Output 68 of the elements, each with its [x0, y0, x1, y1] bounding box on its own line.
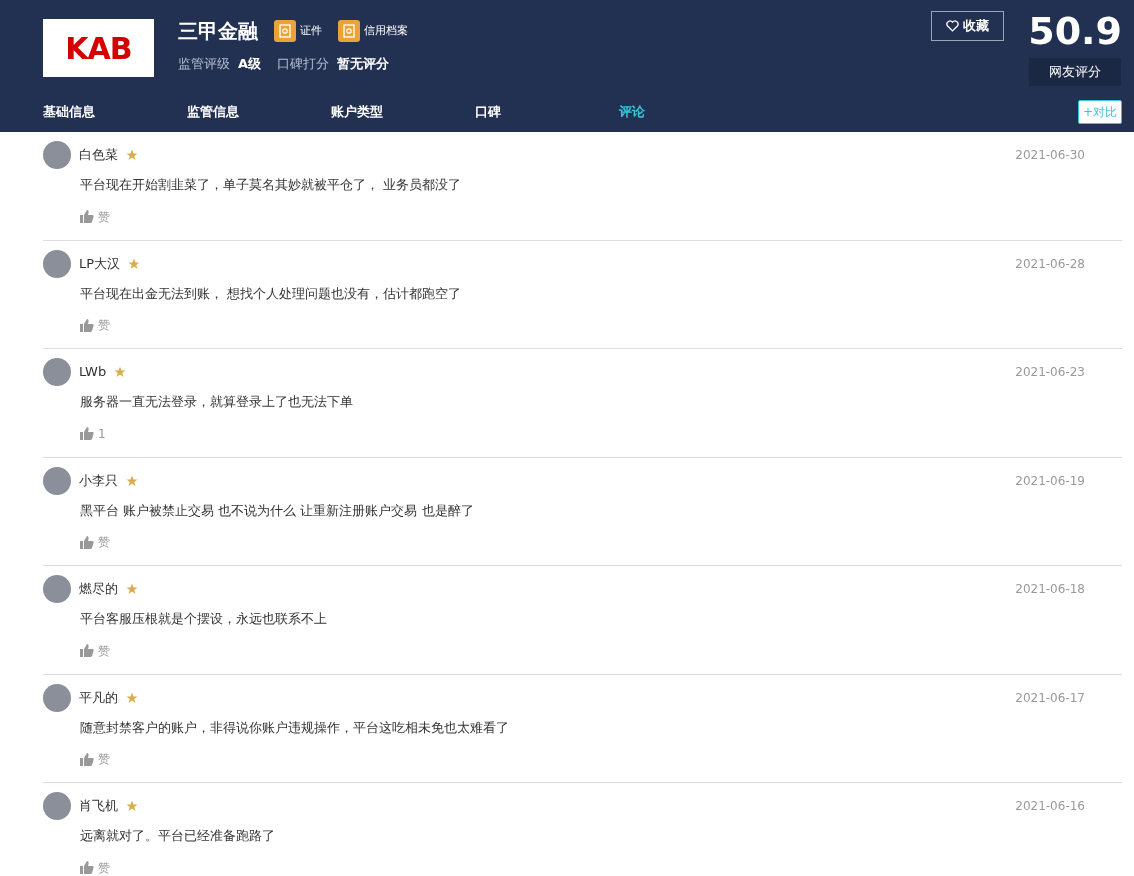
comment-text: 黑平台 账户被禁止交易 也不说为什么 让重新注册账户交易 也是醉了 [80, 501, 475, 520]
broker-logo: KAB [43, 19, 154, 77]
comment-date: 2021-06-18 [1015, 581, 1085, 598]
avatar [43, 249, 71, 278]
thumbs-up-icon[interactable] [80, 644, 94, 657]
comment-text: 服务器一直无法登录，就算登录上了也无法下单 [80, 393, 354, 411]
thumbs-up-icon[interactable] [80, 861, 94, 874]
comment-date: 2021-06-17 [1015, 689, 1085, 707]
rating-label: 监管评级 [178, 55, 230, 73]
user-name: LP大汉 [79, 254, 121, 273]
like-count: 赞 [98, 317, 110, 334]
avatar [43, 683, 71, 712]
avatar [43, 141, 71, 169]
nav-tab[interactable]: 基础信息 [43, 102, 187, 122]
user-name: 小李只 [79, 471, 118, 490]
user-name: 白色菜 [79, 146, 118, 165]
star-icon [126, 474, 138, 487]
comment-date: 2021-06-28 [1015, 255, 1085, 273]
document-icon [338, 20, 360, 42]
nav-tab[interactable]: 监管信息 [187, 102, 331, 122]
thumbs-up-icon[interactable] [80, 752, 94, 766]
avatar [43, 575, 71, 603]
like-count: 赞 [98, 534, 110, 551]
star-icon [126, 800, 138, 812]
user-name: 平凡的 [79, 688, 118, 707]
heart-icon [946, 19, 960, 32]
comment-text: 随意封禁客户的账户，非得说你账户违规操作，平台这吃相未免也太难看了 [80, 718, 510, 737]
thumbs-up-icon[interactable] [80, 318, 94, 332]
nav-tab[interactable]: 评论 [619, 102, 763, 122]
rating-value: A级 [238, 55, 262, 73]
user-name: 燃尽的 [79, 580, 118, 599]
star-icon [128, 257, 141, 270]
comment-text: 平台现在开始割韭菜了，单子莫名其妙就被平仓了， 业务员都没了 [80, 176, 463, 194]
badge-label[interactable]: 信用档案 [364, 22, 408, 40]
thumbs-up-icon[interactable] [80, 427, 94, 440]
star-icon [126, 691, 138, 704]
nav-tab[interactable]: 口碑 [475, 102, 619, 122]
thumbs-up-icon[interactable] [80, 210, 94, 223]
comment-text: 远离就对了。平台已经准备跑路了 [80, 827, 276, 845]
comment-date: 2021-06-23 [1015, 364, 1085, 381]
like-count: 赞 [98, 208, 110, 226]
rating-value: 暂无评分 [337, 55, 390, 73]
comment-date: 2021-06-30 [1015, 147, 1085, 164]
user-score: 50.9 [1028, 12, 1122, 50]
comment-text: 平台客服压根就是个摆设，永远也联系不上 [80, 610, 328, 628]
certificate-icon [274, 20, 296, 42]
favorite-button[interactable]: 收藏 [931, 11, 1005, 41]
thumbs-up-icon[interactable] [80, 535, 94, 549]
score-label: 网友评分 [1029, 58, 1122, 86]
nav-tab[interactable]: 账户类型 [331, 102, 475, 122]
rating-label: 口碑打分 [277, 55, 330, 73]
comment-text: 平台现在出金无法到账， 想找个人处理问题也没有，估计都跑空了 [80, 284, 463, 303]
avatar [43, 792, 71, 820]
like-count: 赞 [98, 751, 110, 768]
user-name: LWb [79, 363, 107, 382]
like-count: 赞 [98, 642, 110, 660]
star-icon [114, 366, 127, 378]
broker-name: 三甲金融 [178, 18, 258, 45]
like-count: 1 [98, 425, 106, 443]
star-icon [126, 149, 138, 161]
star-icon [126, 583, 138, 595]
avatar [43, 358, 71, 386]
comment-date: 2021-06-19 [1015, 472, 1085, 490]
like-count: 赞 [98, 859, 110, 876]
avatar [43, 466, 71, 495]
user-name: 肖飞机 [79, 797, 118, 816]
comment-date: 2021-06-16 [1015, 798, 1085, 815]
badge-label[interactable]: 证件 [300, 22, 322, 40]
